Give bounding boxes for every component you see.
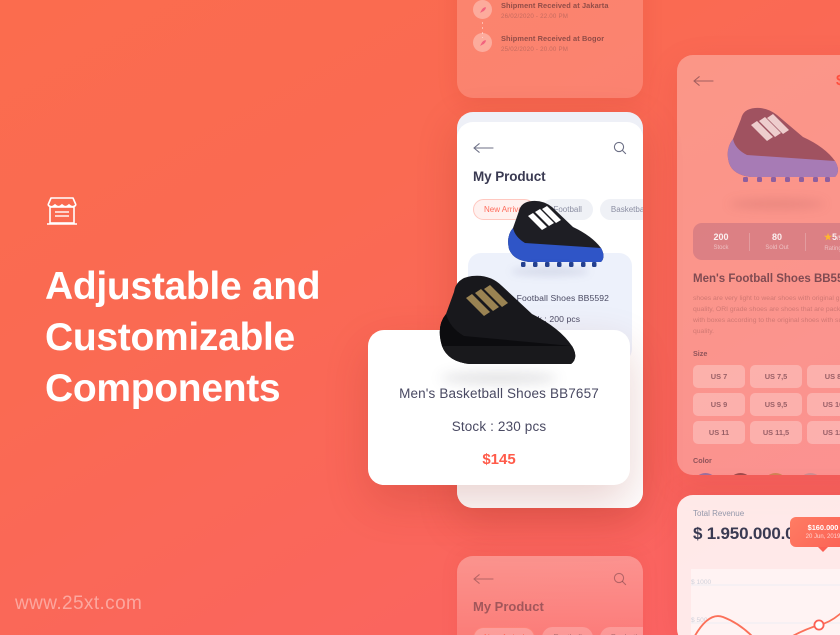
size-option[interactable]: US 11,5 <box>750 421 802 444</box>
color-swatch[interactable] <box>693 473 718 475</box>
size-option[interactable]: US 7,5 <box>750 365 802 388</box>
arrow-left-icon[interactable] <box>473 143 494 153</box>
size-option[interactable]: US 11 <box>693 421 745 444</box>
shipment-list-item[interactable]: Shipment Received at Bogor 25/02/2020 - … <box>473 33 627 53</box>
shipment-item-title: Shipment Received at Jakarta <box>501 1 609 10</box>
size-option[interactable]: US 9 <box>693 393 745 416</box>
size-options-grid: US 7 US 7,5 US 8 US 8,5 US 9 US 9,5 US 1… <box>693 365 840 444</box>
page-title: Adjustable and Customizable Components <box>45 265 321 410</box>
floating-card-stock: Stock : 230 pcs <box>451 419 547 434</box>
shipment-detail-panel: Shipment Detail Shipment Received at Jak… <box>457 0 643 98</box>
color-swatch[interactable] <box>763 473 788 475</box>
arrow-left-icon[interactable] <box>473 574 494 584</box>
shipment-list-item[interactable]: Shipment Received at Jakarta 26/02/2020 … <box>473 0 627 38</box>
size-option[interactable]: US 8 <box>807 365 840 388</box>
product-image-shadow <box>729 199 825 209</box>
arrow-left-icon[interactable] <box>693 75 714 86</box>
size-option[interactable]: US 10 <box>807 393 840 416</box>
rocket-icon <box>473 33 492 52</box>
total-revenue-panel: Total Revenue $ 1.950.000.00 $ 1000 $ 50… <box>677 495 840 635</box>
shipment-item-date: 26/02/2020 - 22.00 PM <box>501 13 569 20</box>
detail-price: $15 <box>836 72 840 89</box>
ghost-phone-title: My Product <box>473 599 544 614</box>
phone-page-title: My Product <box>473 169 546 184</box>
chart-tooltip: $160.000 20 Jun, 2019 <box>790 517 840 547</box>
product-image-basketball-shoe-black <box>439 275 576 364</box>
detail-product-description: shoes are very light to wear shoes with … <box>693 295 840 335</box>
chip-basketball[interactable]: Basketball <box>599 627 643 635</box>
size-option[interactable]: US 12 <box>807 421 840 444</box>
size-section-label: Size <box>693 349 708 358</box>
stat-rating: ★5/5 Rating <box>805 232 840 252</box>
stat-label: Sold Out <box>765 245 789 251</box>
shipment-item-title: Shipment Received at Bogor <box>501 34 605 43</box>
stat-label: Stock <box>713 245 729 251</box>
floating-card-price: $145 <box>482 451 516 468</box>
ghost-category-chips: New Arrival Football Basketball <box>473 627 643 635</box>
tooltip-date: 20 Jun, 2019 <box>805 534 840 540</box>
ghost-phone-screen: My Product New Arrival Football Basketba… <box>457 556 643 635</box>
color-swatch[interactable] <box>798 473 823 475</box>
shipment-item-date: 25/02/2020 - 20.00 PM <box>501 46 569 53</box>
tooltip-value: $160.000 <box>807 523 839 532</box>
stat-sold-out: 80 Sold Out <box>749 232 805 251</box>
star-icon: ★ <box>823 231 833 242</box>
product-stats-bar: 200 Stock 80 Sold Out ★5/5 Rating <box>693 223 840 260</box>
product-image-football-shoe <box>727 107 838 182</box>
product-detail-panel: $15 200 Stock 80 Sold Out ★5/5 Rating <box>677 55 840 475</box>
product-image-football-shoe-blue <box>508 200 604 267</box>
rocket-icon <box>473 0 492 19</box>
stat-stock: 200 Stock <box>693 232 749 251</box>
watermark: www.25xt.com <box>15 593 143 614</box>
color-section-label: Color <box>693 456 712 465</box>
color-options-row <box>693 473 840 475</box>
revenue-line-chart <box>691 569 840 635</box>
chart-datapoint-highlight <box>813 619 825 631</box>
hero-section: Adjustable and Customizable Components <box>45 196 425 414</box>
stat-value: ★5/5 <box>805 232 840 243</box>
search-icon[interactable] <box>613 572 627 586</box>
stat-label: Rating <box>824 245 840 252</box>
stat-value: 80 <box>771 232 782 242</box>
search-icon[interactable] <box>613 141 627 155</box>
color-swatch[interactable] <box>728 473 753 475</box>
chip-new-arrival[interactable]: New Arrival <box>473 627 536 635</box>
storefront-icon <box>47 197 77 225</box>
stat-value: 200 <box>713 232 729 242</box>
size-option[interactable]: US 7 <box>693 365 745 388</box>
detail-product-name: Men's Football Shoes BB5592 <box>693 273 840 285</box>
size-option[interactable]: US 9,5 <box>750 393 802 416</box>
chip-football[interactable]: Football <box>542 627 593 635</box>
